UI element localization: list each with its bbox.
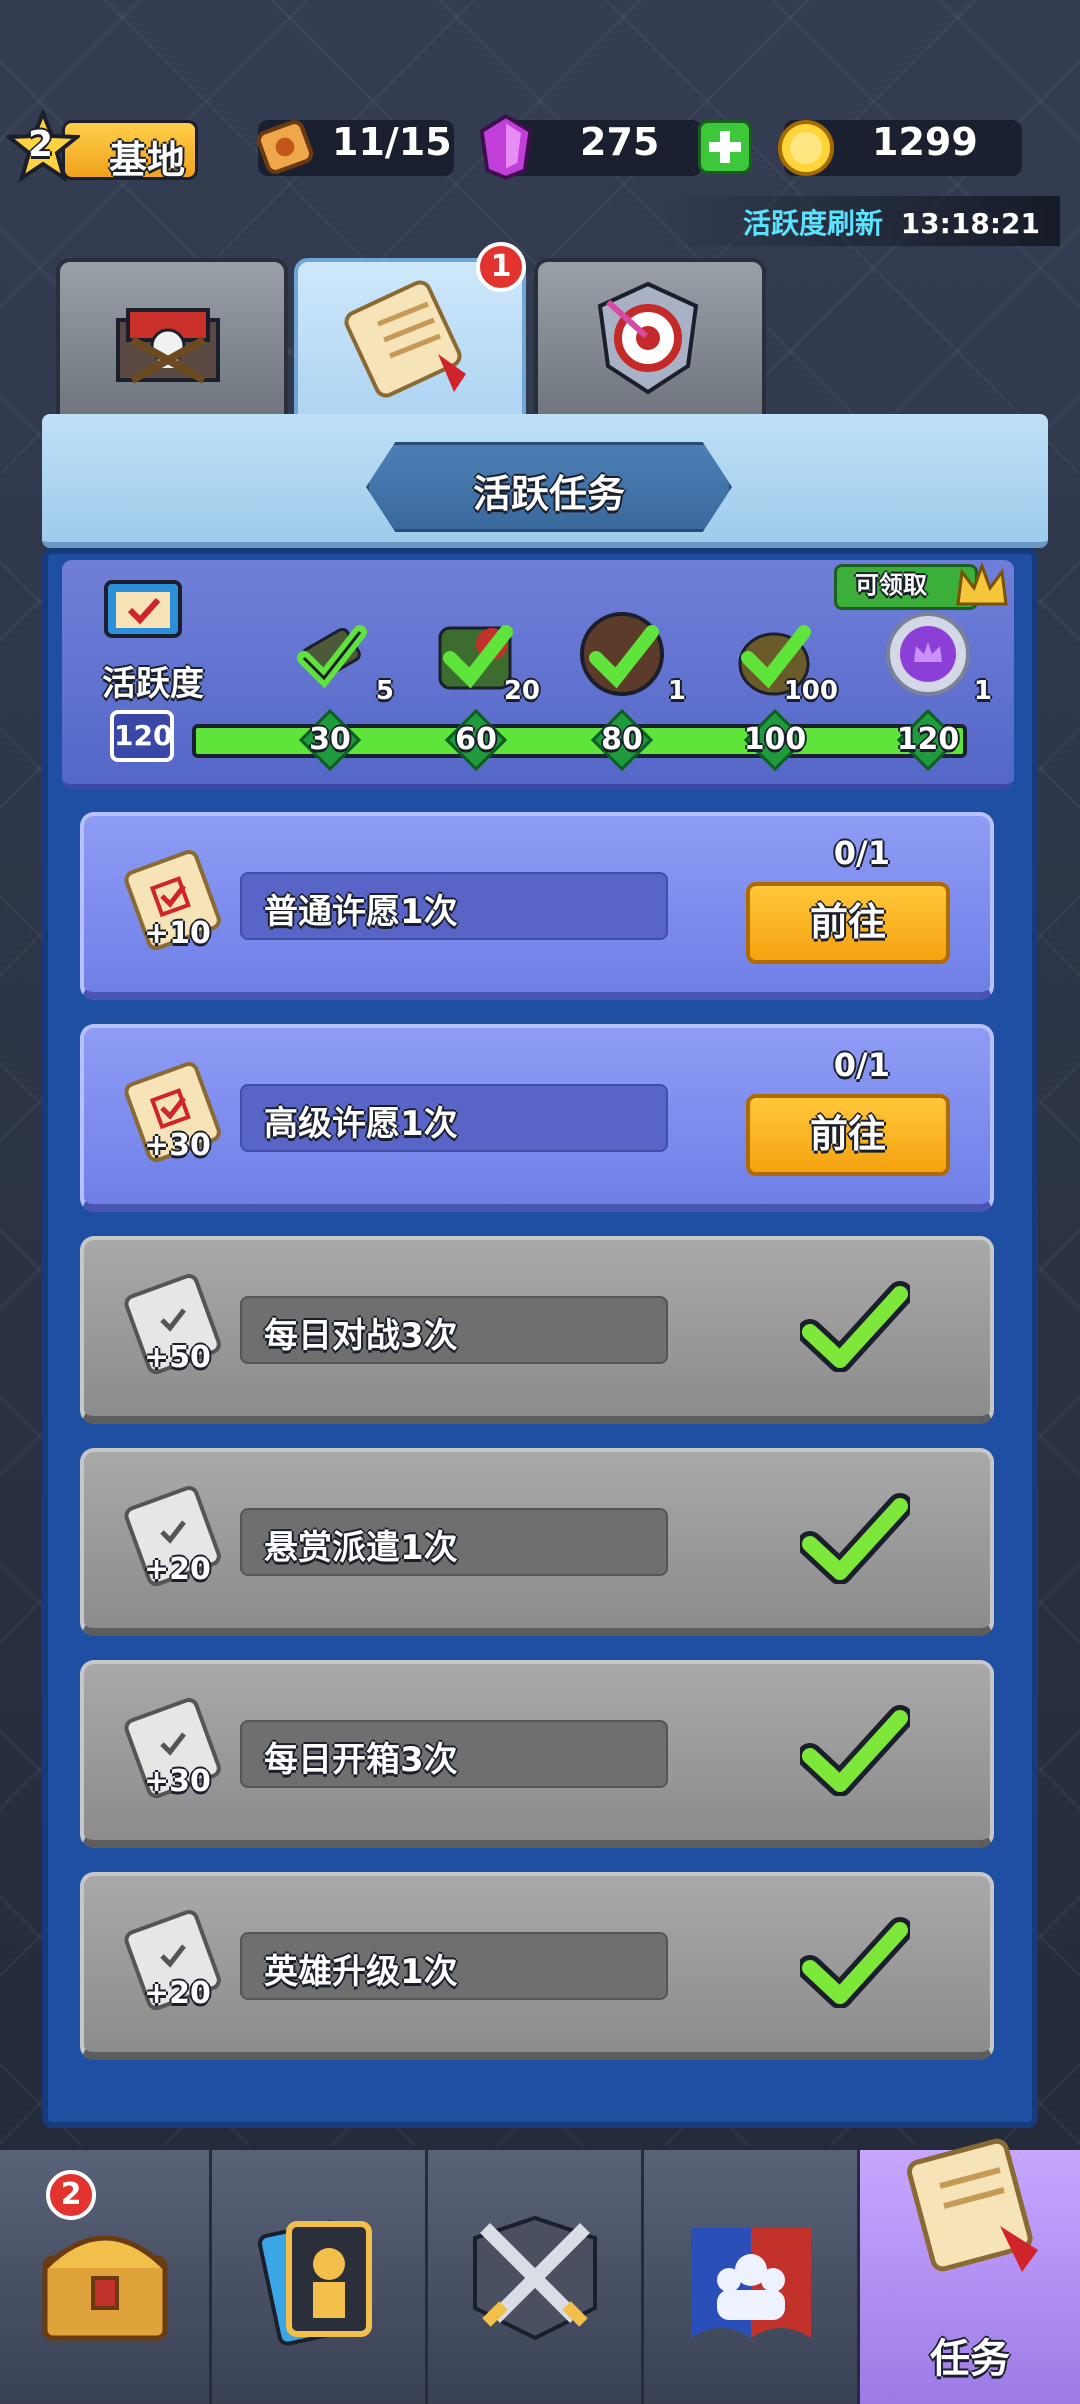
nav-tasks-label: 任务 (930, 2336, 1010, 2382)
task-card: +20 悬赏派遣1次 (80, 1448, 994, 1636)
milestone-reward[interactable]: 1 (576, 608, 686, 706)
task-points: +30 (144, 1128, 211, 1163)
bottom-navigation: 2 任务 (0, 2138, 1080, 2404)
gem-icon (479, 114, 533, 180)
nav-clan[interactable] (644, 2150, 860, 2404)
milestone-marker: 100 (744, 708, 806, 772)
task-name: 英雄升级1次 (264, 1952, 458, 1992)
task-card: +50 每日对战3次 (80, 1236, 994, 1424)
nav-tasks[interactable]: 任务 (860, 2138, 1080, 2404)
reward-count: 5 (375, 676, 394, 706)
reward-count: 20 (503, 676, 540, 706)
tab-badge: 1 (476, 242, 526, 292)
milestone-value: 120 (896, 722, 960, 757)
reward-count: 100 (783, 676, 838, 706)
clan-banner-icon (690, 2228, 811, 2338)
nav-chest[interactable]: 2 (0, 2150, 212, 2404)
base-label: 基地 (109, 138, 186, 182)
refresh-time: 13:18:21 (900, 207, 1040, 240)
refresh-label: 活跃度刷新 (742, 207, 883, 240)
title-plate: 活跃任务 (366, 442, 732, 532)
chest-badge: 2 (46, 2170, 96, 2220)
resource-bar: 基地 2 11/15 275 1299 (0, 110, 1080, 190)
treasure-chest-icon (42, 2235, 167, 2341)
task-name-box: 每日开箱3次 (240, 1720, 668, 1788)
milestone-reward[interactable]: 20 (430, 608, 540, 706)
gold-value: 1299 (872, 120, 978, 164)
checkmark-icon (800, 1917, 910, 2008)
milestone-marker: 80 (590, 708, 654, 772)
task-name-box: 英雄升级1次 (240, 1932, 668, 2000)
plus-icon (709, 131, 741, 163)
tab-base-tasks[interactable] (56, 258, 288, 424)
task-progress: 0/1 (833, 834, 890, 872)
checkmark-icon (800, 1705, 910, 1796)
task-name: 每日对战3次 (264, 1316, 458, 1356)
crossed-swords-icon (472, 2215, 597, 2341)
task-name-box: 高级许愿1次 (240, 1084, 668, 1152)
task-name-box: 每日对战3次 (240, 1296, 668, 1364)
task-points: +20 (144, 1552, 211, 1587)
task-card: +30 每日开箱3次 (80, 1660, 994, 1848)
activity-scroll-icon (104, 580, 182, 638)
task-points: +30 (144, 1764, 211, 1799)
milestone-marker: 120 (897, 708, 959, 772)
milestone-reward[interactable]: 1 (882, 608, 992, 706)
nav-battle[interactable] (428, 2150, 644, 2404)
gems-value: 275 (580, 120, 660, 164)
task-card: +30 高级许愿1次 0/1 前往 (80, 1024, 994, 1212)
hero-cards-icon (257, 2220, 372, 2346)
task-name: 悬赏派遣1次 (264, 1528, 458, 1568)
milestone-reward[interactable]: 5 (284, 608, 394, 706)
level-number: 2 (28, 124, 54, 165)
task-card: +10 普通许愿1次 0/1 前往 (80, 812, 994, 1000)
go-button[interactable]: 前往 (746, 882, 950, 964)
milestone-value: 30 (309, 722, 351, 757)
coin-medal-icon (580, 612, 664, 696)
activity-progress-panel: 活跃度 120 30 60 80 100 120 5 20 1 100 1 可领… (62, 560, 1014, 789)
task-name: 高级许愿1次 (264, 1104, 458, 1144)
purple-crown-coin-icon (886, 612, 970, 696)
tab-challenge-tasks[interactable] (534, 258, 766, 424)
gold-coin-icon (778, 120, 834, 176)
milestone-value: 60 (455, 722, 497, 757)
crown-icon (956, 561, 1008, 606)
task-points: +10 (144, 916, 211, 951)
milestone-marker: 30 (298, 708, 362, 772)
task-points: +20 (144, 1976, 211, 2011)
go-button[interactable]: 前往 (746, 1094, 950, 1176)
milestone-reward[interactable]: 100 (728, 608, 838, 706)
milestone-value: 100 (743, 722, 807, 757)
reward-count: 1 (667, 676, 686, 706)
task-name: 每日开箱3次 (264, 1740, 458, 1780)
activity-label: 活跃度 (102, 664, 204, 704)
task-progress: 0/1 (833, 1046, 890, 1084)
wood-bundle-icon (297, 625, 367, 689)
target-shield-icon (597, 281, 699, 395)
task-name-box: 悬赏派遣1次 (240, 1508, 668, 1576)
milestone-value: 80 (601, 722, 643, 757)
activity-refresh-timer: 活跃度刷新 13:18:21 (743, 202, 1040, 242)
base-button[interactable]: 基地 (62, 120, 198, 182)
panel-header: 活跃任务 (42, 414, 1048, 548)
task-name-box: 普通许愿1次 (240, 872, 668, 940)
tickets-value: 11/15 (332, 120, 452, 164)
tab-daily-tasks[interactable]: 1 (294, 242, 526, 436)
task-name: 普通许愿1次 (264, 892, 458, 932)
task-points: +50 (144, 1340, 211, 1375)
nav-cards[interactable] (212, 2150, 428, 2404)
scroll-icon (906, 2138, 1038, 2272)
task-card: +20 英雄升级1次 (80, 1872, 994, 2060)
checkmark-icon (800, 1493, 910, 1584)
add-gems-button[interactable] (698, 120, 752, 174)
activity-total: 120 (110, 710, 174, 762)
reward-count: 1 (973, 676, 992, 706)
castle-base-icon (116, 308, 220, 384)
page-title: 活跃任务 (472, 472, 625, 516)
ticket-scroll-icon (256, 120, 314, 174)
scroll-icon (344, 280, 466, 398)
milestone-marker: 60 (444, 708, 508, 772)
checkmark-icon (800, 1281, 910, 1372)
